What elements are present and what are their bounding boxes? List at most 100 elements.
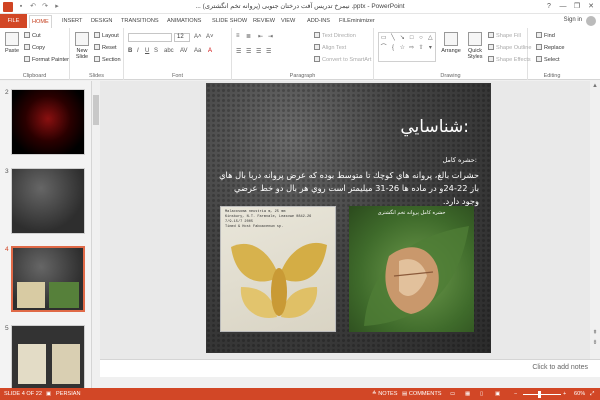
numbering-icon[interactable]: ≣	[246, 33, 251, 40]
tab-review[interactable]: REVIEW	[251, 15, 277, 28]
underline-icon[interactable]: U	[145, 48, 149, 54]
slide-thumbnail-5[interactable]	[11, 325, 85, 388]
notes-toggle[interactable]: ≙ NOTES	[372, 391, 398, 397]
slide-body-text[interactable]: حشرات بالغ، پروانه هاي كوچك تا متوسط بود…	[217, 169, 479, 208]
tab-add-ins[interactable]: ADD-INS	[305, 15, 332, 28]
close-button[interactable]: ✕	[584, 0, 598, 13]
copy-button[interactable]: Copy	[24, 44, 45, 51]
oval-shape-icon[interactable]: ○	[416, 33, 425, 43]
reset-button[interactable]: Reset	[94, 44, 117, 51]
slide-title[interactable]: :شناسايي	[400, 117, 469, 137]
grow-font-icon[interactable]: A˄	[194, 34, 202, 40]
slide-subheading[interactable]: :حشره كامل	[442, 156, 477, 164]
cut-button[interactable]: Cut	[24, 32, 41, 39]
next-slide-icon[interactable]: ⇟	[592, 339, 598, 346]
shapes-gallery[interactable]: ▭ ╲ ↘ □ ○ △ ⌒ { ☆ ⇨ ⇧ ▾	[378, 32, 436, 62]
language-indicator[interactable]: PERSIAN	[56, 391, 81, 397]
reading-view-icon[interactable]: ▯	[480, 391, 483, 397]
scroll-up-icon[interactable]: ▲	[592, 83, 598, 89]
slide-thumbnail-2[interactable]	[11, 89, 85, 155]
slide-sorter-icon[interactable]: ▦	[465, 391, 470, 397]
arrow-shape-icon[interactable]: ↘	[398, 33, 407, 43]
align-center-icon[interactable]: ☰	[246, 48, 251, 55]
italic-icon[interactable]: I	[137, 48, 139, 54]
font-name-box[interactable]	[128, 33, 172, 42]
more-shapes-icon[interactable]: ▾	[426, 43, 435, 53]
shrink-font-icon[interactable]: A˅	[206, 34, 214, 40]
comments-toggle[interactable]: ▤ COMMENTS	[402, 391, 441, 397]
shape-outline-button[interactable]: Shape Outline	[488, 44, 531, 51]
shape-fill-button[interactable]: Shape Fill	[488, 32, 521, 39]
tab-view[interactable]: VIEW	[279, 15, 297, 28]
help-button[interactable]: ?	[542, 0, 556, 13]
align-text-button[interactable]: Align Text	[314, 44, 346, 51]
align-right-icon[interactable]: ☰	[256, 48, 261, 55]
tab-animations[interactable]: ANIMATIONS	[165, 15, 203, 28]
uarrow-shape-icon[interactable]: ⇧	[416, 43, 425, 53]
new-slide-button[interactable]: New Slide	[72, 32, 92, 60]
normal-view-icon[interactable]: ▭	[450, 391, 455, 397]
curve-shape-icon[interactable]: ⌒	[379, 43, 388, 53]
align-left-icon[interactable]: ☰	[236, 48, 241, 55]
slide-thumbnail-4[interactable]	[11, 246, 85, 312]
notes-placeholder[interactable]: Click to add notes	[532, 364, 588, 371]
zoom-out-icon[interactable]: −	[514, 391, 517, 397]
paste-button[interactable]: Paste	[2, 32, 22, 54]
zoom-slider[interactable]	[523, 394, 561, 395]
change-case-icon[interactable]: Aa	[194, 48, 201, 54]
slide-thumbnail-3[interactable]	[11, 168, 85, 234]
fit-slide-icon[interactable]: ⤢	[590, 391, 594, 398]
bullets-icon[interactable]: ≡	[236, 33, 240, 39]
spellcheck-icon[interactable]: ▣	[46, 391, 51, 397]
notes-pane[interactable]: Click to add notes	[100, 359, 600, 377]
rect-shape-icon[interactable]: □	[407, 33, 416, 43]
shape-effects-button[interactable]: Shape Effects	[488, 56, 531, 63]
brace-shape-icon[interactable]: {	[388, 43, 397, 53]
moth-on-leaf-photo[interactable]: حشره کامل پروانه تخم انگشتری	[349, 206, 474, 332]
bold-icon[interactable]: B	[128, 48, 132, 54]
text-direction-button[interactable]: Text Direction	[314, 32, 356, 39]
zoom-in-icon[interactable]: +	[563, 391, 566, 397]
char-spacing-icon[interactable]: AV	[180, 48, 188, 54]
tab-insert[interactable]: INSERT	[60, 15, 84, 28]
tab-transitions[interactable]: TRANSITIONS	[119, 15, 161, 28]
line-shape-icon[interactable]: ╲	[388, 33, 397, 43]
sign-in-link[interactable]: Sign in	[564, 17, 582, 23]
tab-design[interactable]: DESIGN	[89, 15, 114, 28]
tab-fileminimizer[interactable]: FILEminimizer	[337, 15, 377, 28]
minimize-button[interactable]: —	[556, 0, 570, 13]
strikethrough-icon[interactable]: abc	[164, 48, 174, 54]
format-painter-button[interactable]: Format Painter	[24, 56, 69, 63]
canvas-scrollbar[interactable]: ▲ ⇞ ⇟	[590, 81, 600, 359]
font-color-icon[interactable]: A	[208, 48, 212, 54]
rarrow-shape-icon[interactable]: ⇨	[407, 43, 416, 53]
tab-file[interactable]: FILE	[0, 14, 27, 28]
textbox-shape-icon[interactable]: ▭	[379, 33, 388, 43]
convert-smartart-button[interactable]: Convert to SmartArt	[314, 56, 371, 63]
maximize-button[interactable]: ❐	[570, 0, 584, 13]
find-button[interactable]: Find	[536, 32, 555, 39]
arrange-button[interactable]: Arrange	[440, 32, 462, 54]
shadow-icon[interactable]: S	[154, 48, 158, 54]
tab-slide-show[interactable]: SLIDE SHOW	[210, 15, 249, 28]
quick-styles-button[interactable]: Quick Styles	[464, 32, 486, 60]
indent-icon[interactable]: ⇤	[258, 33, 263, 40]
slide-thumbnails-pane[interactable]: 2 3 4 5	[0, 81, 92, 388]
section-button[interactable]: Section	[94, 56, 121, 63]
avatar[interactable]	[586, 16, 596, 26]
prev-slide-icon[interactable]: ⇞	[592, 329, 598, 336]
star-shape-icon[interactable]: ☆	[398, 43, 407, 53]
triangle-shape-icon[interactable]: △	[426, 33, 435, 43]
thumbnails-scrollbar[interactable]	[93, 95, 99, 125]
select-button[interactable]: Select	[536, 56, 560, 63]
replace-button[interactable]: Replace	[536, 44, 565, 51]
outdent-icon[interactable]: ⇥	[268, 33, 273, 40]
current-slide[interactable]: :شناسايي :حشره كامل حشرات بالغ، پروانه ه…	[206, 83, 491, 353]
zoom-level[interactable]: 60%	[574, 391, 585, 397]
moth-specimen-photo[interactable]: Malacosoma neustria m, 25 mm Kinsbury, N…	[220, 206, 336, 332]
tab-home[interactable]: HOME	[29, 15, 52, 28]
font-size-box[interactable]: 12	[174, 33, 190, 42]
justify-icon[interactable]: ☰	[266, 48, 271, 55]
slideshow-view-icon[interactable]: ▣	[495, 391, 500, 397]
layout-button[interactable]: Layout	[94, 32, 119, 39]
